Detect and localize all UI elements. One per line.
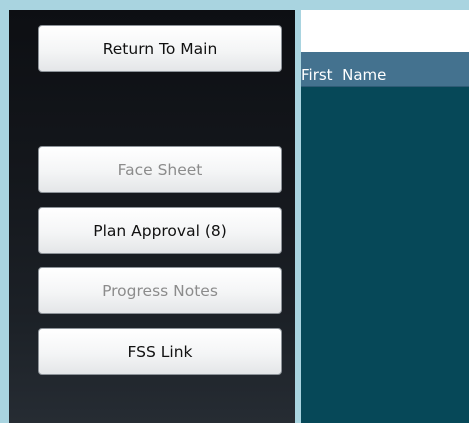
- grid-toolbar: [301, 10, 469, 52]
- fss-link-button[interactable]: FSS Link: [38, 328, 282, 375]
- data-grid: First Name: [301, 10, 469, 423]
- progress-notes-button[interactable]: Progress Notes: [38, 267, 282, 314]
- face-sheet-button[interactable]: Face Sheet: [38, 146, 282, 193]
- plan-approval-button[interactable]: Plan Approval (8): [38, 207, 282, 254]
- return-to-main-button[interactable]: Return To Main: [38, 25, 282, 72]
- grid-column-header-first-name[interactable]: First Name: [301, 52, 469, 87]
- sidebar: Return To Main Face Sheet Plan Approval …: [9, 10, 295, 423]
